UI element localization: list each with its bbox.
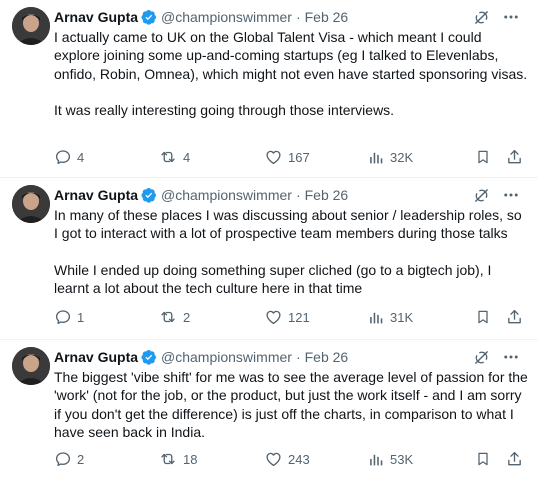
- share-icon: [506, 308, 523, 326]
- reply-count: 1: [77, 309, 85, 325]
- views-icon: [368, 450, 385, 468]
- tweet-paragraph: In many of these places I was discussing…: [54, 207, 522, 242]
- tweet[interactable]: Arnav Gupta @championswimmer · Feb 26 In…: [0, 178, 538, 340]
- tweet-thread: Arnav Gupta @championswimmer · Feb 26 I …: [0, 0, 538, 482]
- tweet-header: Arnav Gupta @championswimmer · Feb 26: [54, 186, 348, 204]
- bookmark-icon: [475, 450, 491, 468]
- repost-count: 4: [183, 149, 191, 165]
- views-button[interactable]: 31K: [368, 308, 413, 326]
- tweet-actions: 1 2 121 31K: [54, 308, 530, 326]
- like-button[interactable]: 167: [264, 148, 310, 166]
- verified-badge-icon: [141, 187, 157, 203]
- grok-icon[interactable]: [473, 187, 490, 204]
- avatar[interactable]: [12, 7, 50, 45]
- reply-button[interactable]: 4: [54, 148, 84, 166]
- author-handle[interactable]: @championswimmer: [161, 187, 292, 203]
- views-button[interactable]: 32K: [368, 148, 413, 166]
- like-count: 167: [288, 149, 310, 165]
- share-button[interactable]: [506, 148, 523, 166]
- grok-icon[interactable]: [473, 349, 490, 366]
- views-count: 32K: [390, 149, 414, 165]
- views-button[interactable]: 53K: [368, 450, 413, 468]
- tweet[interactable]: Arnav Gupta @championswimmer · Feb 26 Th…: [0, 340, 538, 482]
- bookmark-icon: [475, 148, 491, 166]
- tweet-text: The biggest 'vibe shift' for me was to s…: [54, 368, 529, 441]
- repost-button[interactable]: 4: [158, 148, 190, 166]
- repost-icon: [158, 450, 178, 468]
- views-icon: [368, 308, 385, 326]
- repost-icon: [158, 308, 178, 326]
- views-icon: [368, 148, 385, 166]
- repost-button[interactable]: 2: [158, 308, 190, 326]
- tweet[interactable]: Arnav Gupta @championswimmer · Feb 26 I …: [0, 0, 538, 178]
- bookmark-button[interactable]: [475, 450, 491, 468]
- tweet-date[interactable]: Feb 26: [305, 9, 349, 25]
- author-handle[interactable]: @championswimmer: [161, 9, 292, 25]
- repost-icon: [158, 148, 178, 166]
- share-button[interactable]: [506, 450, 523, 468]
- reply-icon: [54, 450, 72, 468]
- tweet-paragraph: The biggest 'vibe shift' for me was to s…: [54, 369, 528, 440]
- tweet-actions: 2 18 243 53K: [54, 450, 530, 468]
- separator: ·: [295, 187, 301, 203]
- bookmark-icon: [475, 308, 491, 326]
- views-count: 31K: [390, 309, 414, 325]
- tweet-header: Arnav Gupta @championswimmer · Feb 26: [54, 8, 348, 26]
- author-handle[interactable]: @championswimmer: [161, 349, 292, 365]
- share-icon: [506, 450, 523, 468]
- reply-count: 4: [77, 149, 85, 165]
- like-count: 243: [288, 451, 310, 467]
- author-name[interactable]: Arnav Gupta: [54, 187, 138, 203]
- like-count: 121: [288, 309, 310, 325]
- repost-count: 18: [183, 451, 198, 467]
- tweet-top-actions: [473, 348, 520, 366]
- share-icon: [506, 148, 523, 166]
- tweet-paragraph: It was really interesting going through …: [54, 101, 395, 118]
- more-icon[interactable]: [502, 8, 520, 26]
- like-icon: [264, 148, 283, 166]
- author-name[interactable]: Arnav Gupta: [54, 349, 138, 365]
- like-icon: [264, 450, 283, 468]
- verified-badge-icon: [141, 349, 157, 365]
- bookmark-button[interactable]: [475, 308, 491, 326]
- like-icon: [264, 308, 283, 326]
- tweet-date[interactable]: Feb 26: [305, 187, 349, 203]
- grok-icon[interactable]: [473, 9, 490, 26]
- bookmark-button[interactable]: [475, 148, 491, 166]
- share-button[interactable]: [506, 308, 523, 326]
- tweet-paragraph: While I ended up doing something super c…: [54, 261, 492, 296]
- tweet-actions: 4 4 167 32K: [54, 148, 530, 166]
- author-name[interactable]: Arnav Gupta: [54, 9, 138, 25]
- more-icon[interactable]: [502, 348, 520, 366]
- reply-button[interactable]: 2: [54, 450, 84, 468]
- separator: ·: [295, 349, 301, 365]
- tweet-top-actions: [473, 8, 520, 26]
- avatar[interactable]: [12, 185, 50, 223]
- repost-count: 2: [183, 309, 191, 325]
- tweet-header: Arnav Gupta @championswimmer · Feb 26: [54, 348, 348, 366]
- repost-button[interactable]: 18: [158, 450, 197, 468]
- tweet-text: In many of these places I was discussing…: [54, 206, 529, 297]
- tweet-top-actions: [473, 186, 520, 204]
- like-button[interactable]: 121: [264, 308, 310, 326]
- more-icon[interactable]: [502, 186, 520, 204]
- avatar[interactable]: [12, 347, 50, 385]
- separator: ·: [295, 9, 301, 25]
- tweet-paragraph: I actually came to UK on the Global Tale…: [54, 29, 528, 82]
- tweet-text: I actually came to UK on the Global Tale…: [54, 28, 529, 119]
- views-count: 53K: [390, 451, 414, 467]
- reply-button[interactable]: 1: [54, 308, 84, 326]
- like-button[interactable]: 243: [264, 450, 310, 468]
- reply-count: 2: [77, 451, 85, 467]
- reply-icon: [54, 308, 72, 326]
- tweet-date[interactable]: Feb 26: [305, 349, 349, 365]
- verified-badge-icon: [141, 9, 157, 25]
- reply-icon: [54, 148, 72, 166]
